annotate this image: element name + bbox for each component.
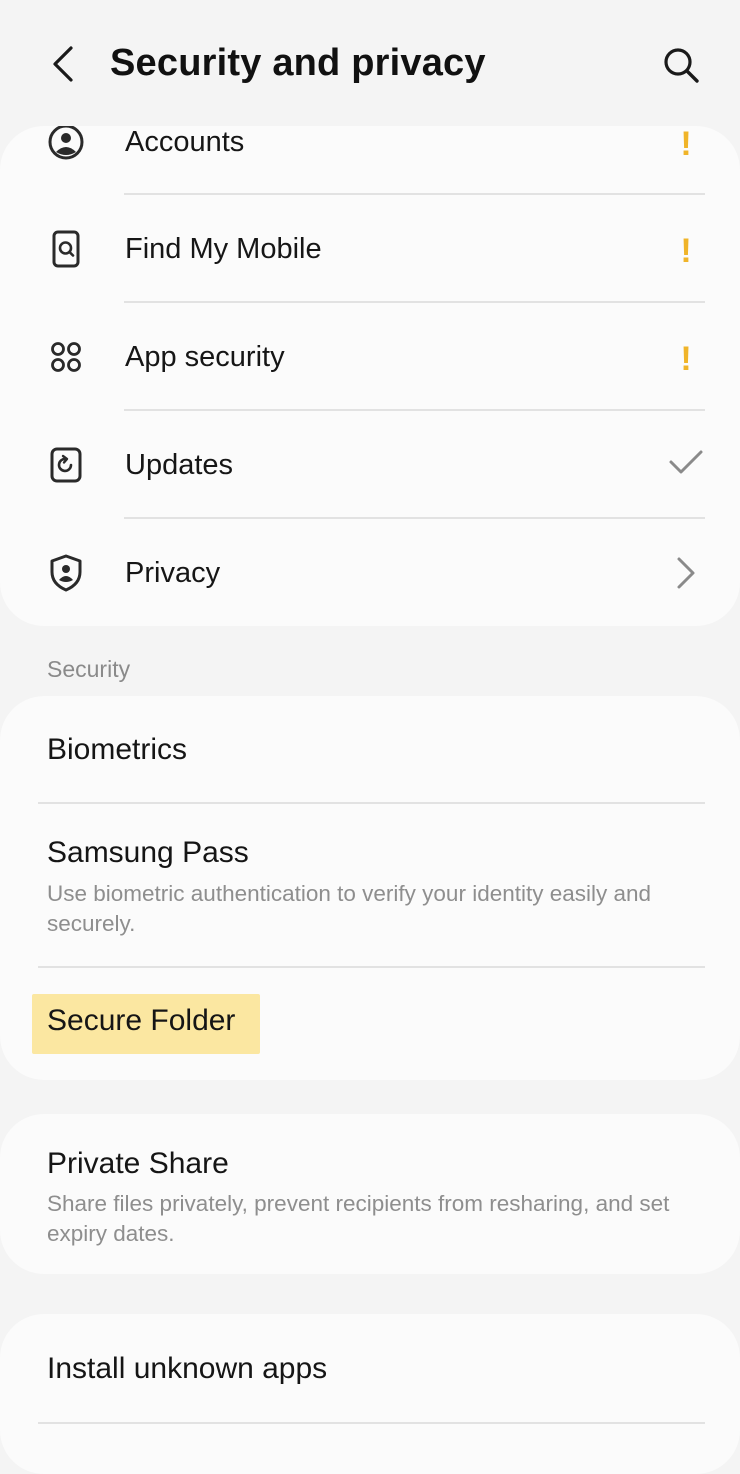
app-security-icon	[44, 335, 88, 379]
privacy-shield-icon	[44, 551, 88, 595]
back-button[interactable]	[40, 44, 84, 88]
list-item-accounts[interactable]: Accounts !	[0, 126, 740, 196]
list-item-title: Install unknown apps	[47, 1352, 328, 1385]
chevron-right-icon	[664, 551, 708, 595]
private-share-card: Private Share Share files privately, pre…	[0, 1114, 740, 1274]
list-item-private-share[interactable]: Private Share Share files privately, pre…	[0, 1114, 740, 1274]
account-circle-icon	[44, 126, 88, 164]
divider	[38, 966, 705, 968]
list-item-updates[interactable]: Updates	[0, 411, 740, 519]
find-my-mobile-icon	[44, 227, 88, 271]
warning-icon: !	[680, 232, 692, 270]
list-item-subtitle: Share files privately, prevent recipient…	[47, 1191, 670, 1246]
security-status-card: Accounts ! Find My Mobile ! App security…	[0, 126, 740, 626]
list-item-label: Accounts	[125, 126, 245, 158]
list-item-label: Privacy	[125, 557, 221, 589]
list-item-title: Private Share	[47, 1147, 229, 1180]
warning-icon: !	[680, 126, 692, 163]
list-item-label: Find My Mobile	[125, 233, 322, 265]
page-title: Security and privacy	[110, 42, 486, 84]
list-item-title: Biometrics	[47, 733, 188, 766]
list-item-secure-folder[interactable]: Secure Folder	[0, 980, 740, 1070]
list-item-title: Samsung Pass	[47, 836, 249, 869]
app-header: Security and privacy	[0, 0, 740, 130]
list-item-biometrics[interactable]: Biometrics	[0, 696, 740, 802]
list-item-app-security[interactable]: App security !	[0, 303, 740, 411]
list-item-label: Updates	[125, 449, 234, 481]
divider	[38, 1422, 705, 1424]
checkmark-icon	[664, 441, 708, 485]
list-item-label: App security	[125, 341, 285, 373]
list-item-install-unknown-apps[interactable]: Install unknown apps	[0, 1314, 740, 1424]
search-button[interactable]	[656, 42, 706, 92]
warning-icon: !	[680, 340, 692, 378]
updates-icon	[44, 443, 88, 487]
list-item-subtitle: Use biometric authentication to verify y…	[47, 881, 652, 936]
list-item-samsung-pass[interactable]: Samsung Pass Use biometric authenticatio…	[0, 804, 740, 966]
list-item-privacy[interactable]: Privacy	[0, 519, 740, 626]
install-unknown-apps-card: Install unknown apps	[0, 1314, 740, 1474]
list-item-title: Secure Folder	[47, 1004, 236, 1037]
list-item-find-my-mobile[interactable]: Find My Mobile !	[0, 195, 740, 303]
section-header-security: Security	[47, 656, 131, 682]
search-icon	[661, 45, 701, 90]
chevron-left-icon	[49, 44, 75, 89]
